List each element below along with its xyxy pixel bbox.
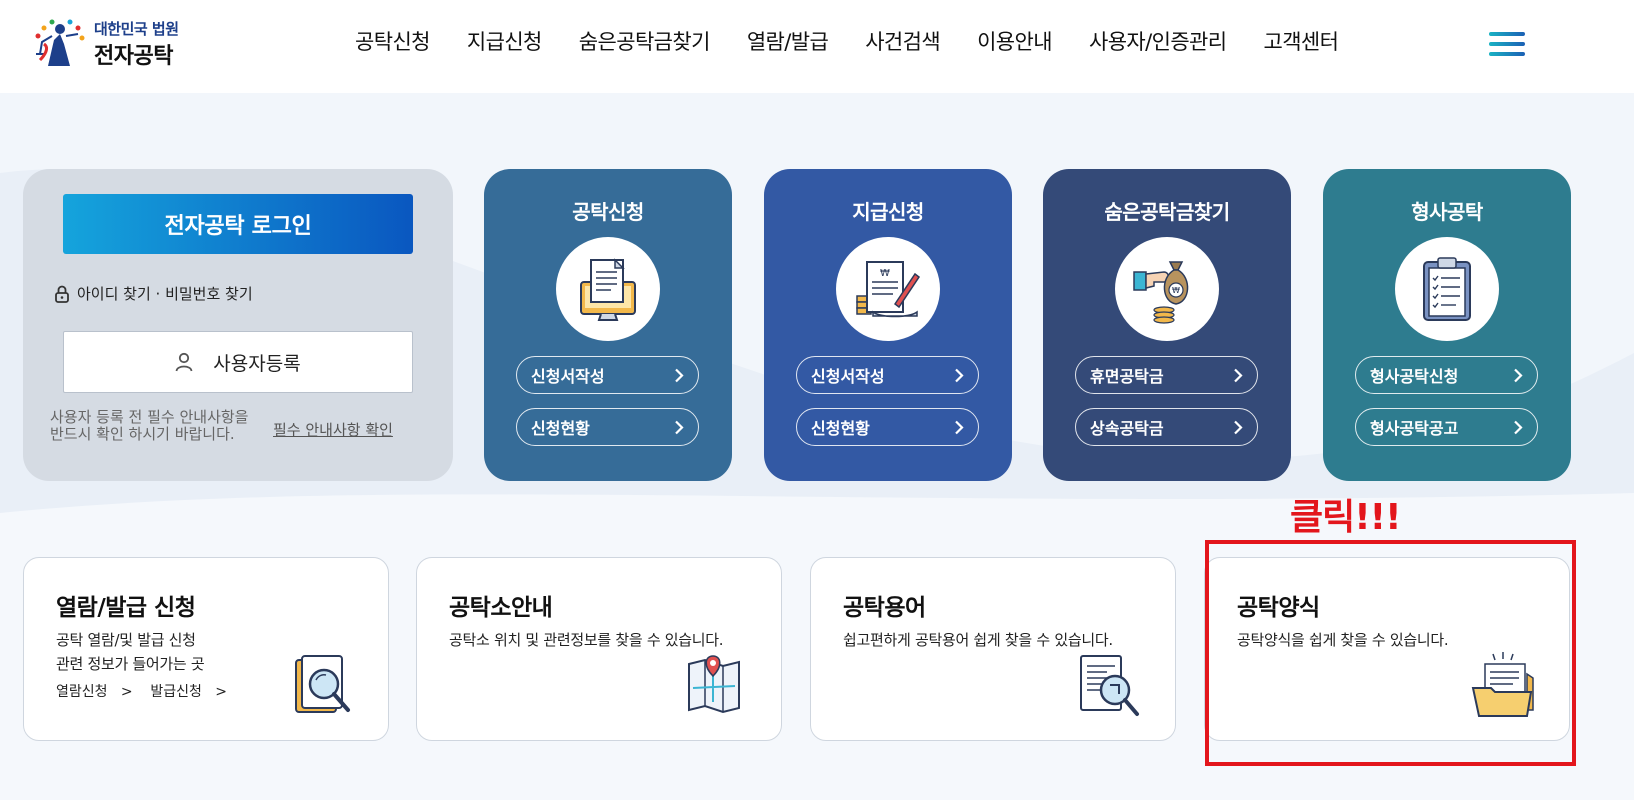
link-label: 열람신청 (56, 684, 108, 700)
login-button[interactable]: 전자공탁 로그인 (63, 194, 413, 254)
notice-line-1: 사용자 등록 전 필수 안내사항을 (50, 408, 249, 426)
chevron-right-icon (1514, 368, 1523, 383)
money-bag-hand-icon: ₩ (1133, 261, 1189, 324)
service-link-status[interactable]: 신청현황 (516, 408, 699, 446)
nav-user-auth[interactable]: 사용자/인증관리 (1089, 26, 1227, 56)
card-office-guide[interactable]: 공탁소안내 공탁소 위치 및 관련정보를 찾을 수 있습니다. (416, 557, 782, 741)
pill-label: 신청현황 (531, 419, 590, 438)
nav-view-issue[interactable]: 열람/발급 (747, 26, 829, 56)
required-notice-link[interactable]: 필수 안내사항 확인 (273, 419, 393, 440)
clipboard-checklist-icon (1423, 257, 1471, 321)
service-card-hidden-deposit: 숨은공탁금찾기 ₩ 휴면공탁금 상속공탁금 (1043, 169, 1291, 481)
user-icon (175, 352, 193, 372)
chevron-right-icon (1234, 368, 1243, 383)
service-card-deposit: 공탁신청 신청서작성 신청현황 (484, 169, 732, 481)
chevron-right-icon (955, 420, 964, 435)
card-description: 공탁소 위치 및 관련정보를 찾을 수 있습니다. (449, 631, 724, 649)
card-desc-line-1: 공탁 열람/및 발급 신청 (56, 631, 196, 649)
service-title: 형사공탁 (1411, 200, 1483, 224)
service-link-criminal-notice[interactable]: 형사공탁공고 (1355, 408, 1538, 446)
site-header: 대한민국 법원 전자공탁 공탁신청 지급신청 숨은공탁금찾기 열람/발급 사건검… (0, 0, 1634, 93)
view-apply-link[interactable]: 열람신청 > (56, 684, 146, 700)
nav-hidden-deposit[interactable]: 숨은공탁금찾기 (579, 26, 711, 56)
map-pin-icon (688, 655, 740, 714)
card-title: 공탁용어 (843, 595, 926, 621)
service-link-status[interactable]: 신청현황 (796, 408, 979, 446)
service-icon-circle: ₩ (1115, 237, 1219, 341)
svg-text:₩: ₩ (880, 268, 890, 279)
nav-deposit-apply[interactable]: 공탁신청 (355, 26, 430, 56)
pill-label: 신청서작성 (811, 367, 885, 386)
lock-icon (55, 285, 69, 303)
pill-label: 휴면공탁금 (1090, 367, 1164, 386)
svg-text:₩: ₩ (1172, 286, 1180, 295)
card-description: 공탁 열람/및 발급 신청 관련 정보가 들어가는 곳 (56, 628, 205, 676)
service-link-write[interactable]: 신청서작성 (516, 356, 699, 394)
login-panel: 전자공탁 로그인 아이디 찾기 · 비밀번호 찾기 사용자등록 사용자 등록 전… (23, 169, 453, 481)
nav-guide[interactable]: 이용안내 (977, 26, 1052, 56)
card-view-issue[interactable]: 열람/발급 신청 공탁 열람/및 발급 신청 관련 정보가 들어가는 곳 열람신… (23, 557, 389, 741)
nav-customer-center[interactable]: 고객센터 (1263, 26, 1338, 56)
service-link-inheritance[interactable]: 상속공탁금 (1075, 408, 1258, 446)
service-icon-circle: ₩ (836, 237, 940, 341)
card-desc-line-2: 관련 정보가 들어가는 곳 (56, 655, 205, 673)
chevron-right-icon (675, 420, 684, 435)
pill-label: 형사공탁공고 (1370, 419, 1459, 438)
logo-subtitle: 대한민국 법원 (94, 20, 179, 38)
register-notice: 사용자 등록 전 필수 안내사항을 반드시 확인 하시기 바랍니다. (50, 409, 248, 443)
service-link-write[interactable]: 신청서작성 (796, 356, 979, 394)
find-id-password-link[interactable]: 아이디 찾기 · 비밀번호 찾기 (55, 283, 253, 304)
chevron-right-icon (955, 368, 964, 383)
service-card-criminal: 형사공탁 형사공탁신청 형사공탁공고 (1323, 169, 1571, 481)
nav-payment-apply[interactable]: 지급신청 (467, 26, 542, 56)
court-emblem-icon (35, 19, 85, 66)
link-label: 발급신청 (150, 684, 202, 700)
card-glossary[interactable]: 공탁용어 쉽고편하게 공탁용어 쉽게 찾을 수 있습니다. (810, 557, 1176, 741)
service-link-dormant[interactable]: 휴면공탁금 (1075, 356, 1258, 394)
highlight-box (1205, 540, 1576, 766)
service-link-criminal-apply[interactable]: 형사공탁신청 (1355, 356, 1538, 394)
pill-label: 신청현황 (811, 419, 870, 438)
card-title: 공탁소안내 (449, 595, 553, 621)
service-icon-circle (556, 237, 660, 341)
logo-title: 전자공탁 (94, 44, 173, 69)
hamburger-menu-icon[interactable] (1489, 30, 1525, 58)
user-register-button[interactable]: 사용자등록 (63, 331, 413, 393)
pill-label: 상속공탁금 (1090, 419, 1164, 438)
notice-line-2: 반드시 확인 하시기 바랍니다. (50, 425, 235, 443)
service-title: 지급신청 (852, 200, 924, 224)
card-title: 열람/발급 신청 (56, 595, 196, 621)
card-description: 쉽고편하게 공탁용어 쉽게 찾을 수 있습니다. (843, 631, 1113, 649)
click-callout: 클릭!!! (1290, 497, 1401, 538)
pill-label: 신청서작성 (531, 367, 605, 386)
service-title: 숨은공탁금찾기 (1104, 200, 1230, 224)
pill-label: 형사공탁신청 (1370, 367, 1459, 386)
nav-case-search[interactable]: 사건검색 (865, 26, 940, 56)
chevron-right-icon (1234, 420, 1243, 435)
service-title: 공탁신청 (572, 200, 644, 224)
service-icon-circle (1395, 237, 1499, 341)
card-links: 열람신청 > 발급신청 > (56, 681, 227, 701)
monitor-document-icon (580, 258, 636, 321)
issue-apply-link[interactable]: 발급신청 > (150, 684, 227, 700)
glossary-search-icon (1080, 655, 1139, 716)
service-card-payment: 지급신청 ₩ 신청서작성 신청현황 (764, 169, 1012, 481)
site-logo[interactable]: 대한민국 법원 전자공탁 (28, 12, 208, 72)
contract-pen-icon: ₩ (856, 261, 921, 318)
document-search-icon (295, 655, 350, 713)
chevron-right-icon (1514, 420, 1523, 435)
register-label: 사용자등록 (213, 352, 301, 375)
chevron-right-icon (675, 368, 684, 383)
main-nav: 공탁신청 지급신청 숨은공탁금찾기 열람/발급 사건검색 이용안내 사용자/인증… (355, 26, 1339, 56)
find-link-label: 아이디 찾기 · 비밀번호 찾기 (77, 285, 253, 303)
